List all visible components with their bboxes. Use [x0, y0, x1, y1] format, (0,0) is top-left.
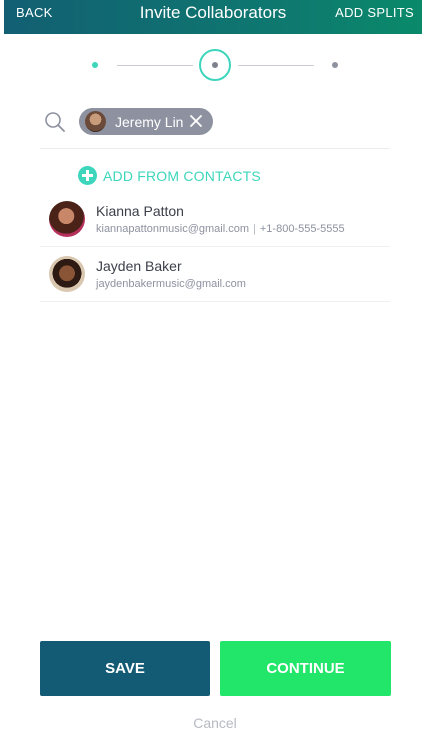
search-icon[interactable] — [44, 111, 66, 133]
contact-details: jaydenbakermusic@gmail.com — [96, 278, 246, 290]
step-2-dot — [212, 62, 218, 68]
avatar — [85, 111, 106, 132]
continue-button[interactable]: CONTINUE — [220, 641, 391, 696]
contact-email: kiannapattonmusic@gmail.com — [96, 223, 250, 235]
contact-row[interactable]: Jayden Baker jaydenbakermusic@gmail.com — [40, 247, 390, 301]
selected-collaborator-chip[interactable]: Jeremy Lin — [79, 108, 213, 135]
add-from-contacts-label: ADD FROM CONTACTS — [103, 168, 261, 184]
close-icon[interactable] — [189, 114, 203, 128]
step-2-current — [199, 49, 231, 81]
add-splits-button[interactable]: ADD SPLITS — [335, 5, 414, 20]
contact-row[interactable]: Kianna Patton kiannapattonmusic@gmail.co… — [40, 192, 390, 246]
contact-name: Jayden Baker — [96, 258, 182, 274]
chip-label: Jeremy Lin — [115, 114, 184, 130]
separator: | — [253, 223, 256, 235]
plus-circle-icon — [78, 166, 97, 185]
step-connector — [238, 65, 314, 66]
step-1-dot — [92, 62, 98, 68]
save-button[interactable]: SAVE — [40, 641, 210, 696]
contact-email: jaydenbakermusic@gmail.com — [96, 278, 246, 290]
cancel-link[interactable]: Cancel — [0, 715, 422, 731]
divider — [40, 148, 390, 149]
avatar — [49, 201, 85, 237]
progress-stepper — [0, 49, 422, 81]
divider — [40, 301, 390, 302]
avatar — [49, 256, 85, 292]
contact-name: Kianna Patton — [96, 203, 184, 219]
step-3-dot — [332, 62, 338, 68]
collaborator-search[interactable]: Jeremy Lin — [0, 104, 422, 140]
contact-phone: +1-800-555-5555 — [259, 223, 345, 235]
header-bar: BACK Invite Collaborators ADD SPLITS — [4, 0, 422, 34]
contact-details: kiannapattonmusic@gmail.com | +1-800-555-5… — [96, 223, 345, 235]
step-connector — [117, 65, 193, 66]
